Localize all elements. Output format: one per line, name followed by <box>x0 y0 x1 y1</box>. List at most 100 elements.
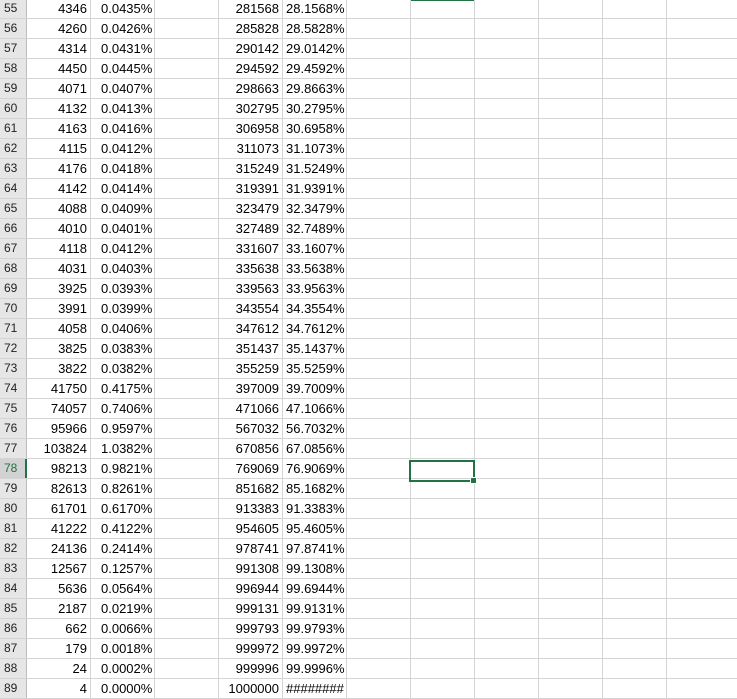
cell[interactable]: 1000000 <box>219 679 283 698</box>
cell[interactable]: 179 <box>27 639 91 658</box>
cell[interactable]: 74057 <box>27 399 91 418</box>
cell[interactable] <box>539 339 603 358</box>
cell[interactable] <box>603 379 667 398</box>
cell[interactable]: 769069 <box>219 459 283 478</box>
cell[interactable] <box>475 299 539 318</box>
cell[interactable]: 61701 <box>27 499 91 518</box>
cell[interactable]: 0.8261% <box>91 479 155 498</box>
cell[interactable]: 0.0414% <box>91 179 155 198</box>
cell[interactable] <box>603 479 667 498</box>
cell[interactable]: 28.1568% <box>283 0 347 18</box>
cell[interactable] <box>475 599 539 618</box>
cell[interactable] <box>667 199 737 218</box>
cell[interactable]: 47.1066% <box>283 399 347 418</box>
cell[interactable]: 0.9597% <box>91 419 155 438</box>
cell[interactable]: 0.0412% <box>91 239 155 258</box>
cell[interactable]: 991308 <box>219 559 283 578</box>
cell[interactable] <box>411 0 475 18</box>
cell[interactable] <box>539 499 603 518</box>
cell[interactable] <box>667 179 737 198</box>
spreadsheet-grid[interactable]: 55 4346 0.0435% 281568 28.1568% 56 4260 0.0426%… <box>0 0 737 699</box>
cell[interactable] <box>155 499 219 518</box>
cell[interactable] <box>475 339 539 358</box>
cell[interactable]: 471066 <box>219 399 283 418</box>
cell[interactable] <box>539 219 603 238</box>
cell[interactable]: 954605 <box>219 519 283 538</box>
cell[interactable] <box>155 239 219 258</box>
cell[interactable]: 32.3479% <box>283 199 347 218</box>
cell[interactable] <box>667 159 737 178</box>
cell[interactable] <box>155 659 219 678</box>
cell[interactable] <box>539 79 603 98</box>
row-header[interactable]: 61 <box>0 119 27 138</box>
cell[interactable] <box>475 539 539 558</box>
cell[interactable] <box>347 239 411 258</box>
cell[interactable] <box>347 659 411 678</box>
cell[interactable]: 99.1308% <box>283 559 347 578</box>
cell[interactable] <box>155 419 219 438</box>
cell[interactable]: 0.0393% <box>91 279 155 298</box>
cell[interactable]: 4163 <box>27 119 91 138</box>
cell[interactable] <box>475 39 539 58</box>
cell[interactable] <box>155 259 219 278</box>
cell[interactable] <box>347 319 411 338</box>
cell[interactable] <box>667 239 737 258</box>
cell[interactable] <box>411 59 475 78</box>
cell[interactable] <box>603 499 667 518</box>
cell[interactable] <box>475 199 539 218</box>
cell[interactable]: 4176 <box>27 159 91 178</box>
row-header[interactable]: 84 <box>0 579 27 598</box>
cell[interactable]: 95966 <box>27 419 91 438</box>
cell[interactable] <box>603 599 667 618</box>
row-header[interactable]: 67 <box>0 239 27 258</box>
cell[interactable] <box>411 19 475 38</box>
cell[interactable] <box>475 159 539 178</box>
cell[interactable] <box>539 19 603 38</box>
row-header[interactable]: 73 <box>0 359 27 378</box>
cell[interactable] <box>411 299 475 318</box>
cell[interactable]: 999793 <box>219 619 283 638</box>
row-header[interactable]: 81 <box>0 519 27 538</box>
cell[interactable] <box>667 99 737 118</box>
cell[interactable]: 0.0403% <box>91 259 155 278</box>
cell[interactable] <box>475 379 539 398</box>
cell[interactable] <box>667 399 737 418</box>
row-header[interactable]: 82 <box>0 539 27 558</box>
cell[interactable] <box>347 419 411 438</box>
cell[interactable] <box>411 179 475 198</box>
cell[interactable] <box>667 539 737 558</box>
cell[interactable]: 999996 <box>219 659 283 678</box>
cell[interactable] <box>411 319 475 338</box>
cell[interactable]: 29.0142% <box>283 39 347 58</box>
cell[interactable]: 1.0382% <box>91 439 155 458</box>
cell[interactable] <box>155 679 219 698</box>
cell[interactable] <box>539 99 603 118</box>
cell[interactable] <box>155 519 219 538</box>
cell[interactable]: 0.0435% <box>91 0 155 18</box>
cell[interactable] <box>155 279 219 298</box>
cell[interactable]: 0.0219% <box>91 599 155 618</box>
row-header[interactable]: 56 <box>0 19 27 38</box>
cell[interactable] <box>155 439 219 458</box>
cell[interactable] <box>347 0 411 18</box>
cell[interactable] <box>411 599 475 618</box>
cell[interactable] <box>155 459 219 478</box>
cell[interactable]: 98213 <box>27 459 91 478</box>
row-header[interactable]: 75 <box>0 399 27 418</box>
cell[interactable] <box>539 139 603 158</box>
cell[interactable]: 95.4605% <box>283 519 347 538</box>
cell[interactable] <box>539 539 603 558</box>
cell[interactable] <box>667 0 737 18</box>
cell[interactable] <box>155 99 219 118</box>
cell[interactable] <box>475 559 539 578</box>
row-header[interactable]: 62 <box>0 139 27 158</box>
cell[interactable]: 4450 <box>27 59 91 78</box>
cell[interactable] <box>603 299 667 318</box>
cell[interactable] <box>539 679 603 698</box>
cell[interactable] <box>539 259 603 278</box>
cell[interactable] <box>411 259 475 278</box>
cell[interactable] <box>155 199 219 218</box>
cell[interactable]: 34.7612% <box>283 319 347 338</box>
cell[interactable] <box>475 319 539 338</box>
cell[interactable]: 85.1682% <box>283 479 347 498</box>
